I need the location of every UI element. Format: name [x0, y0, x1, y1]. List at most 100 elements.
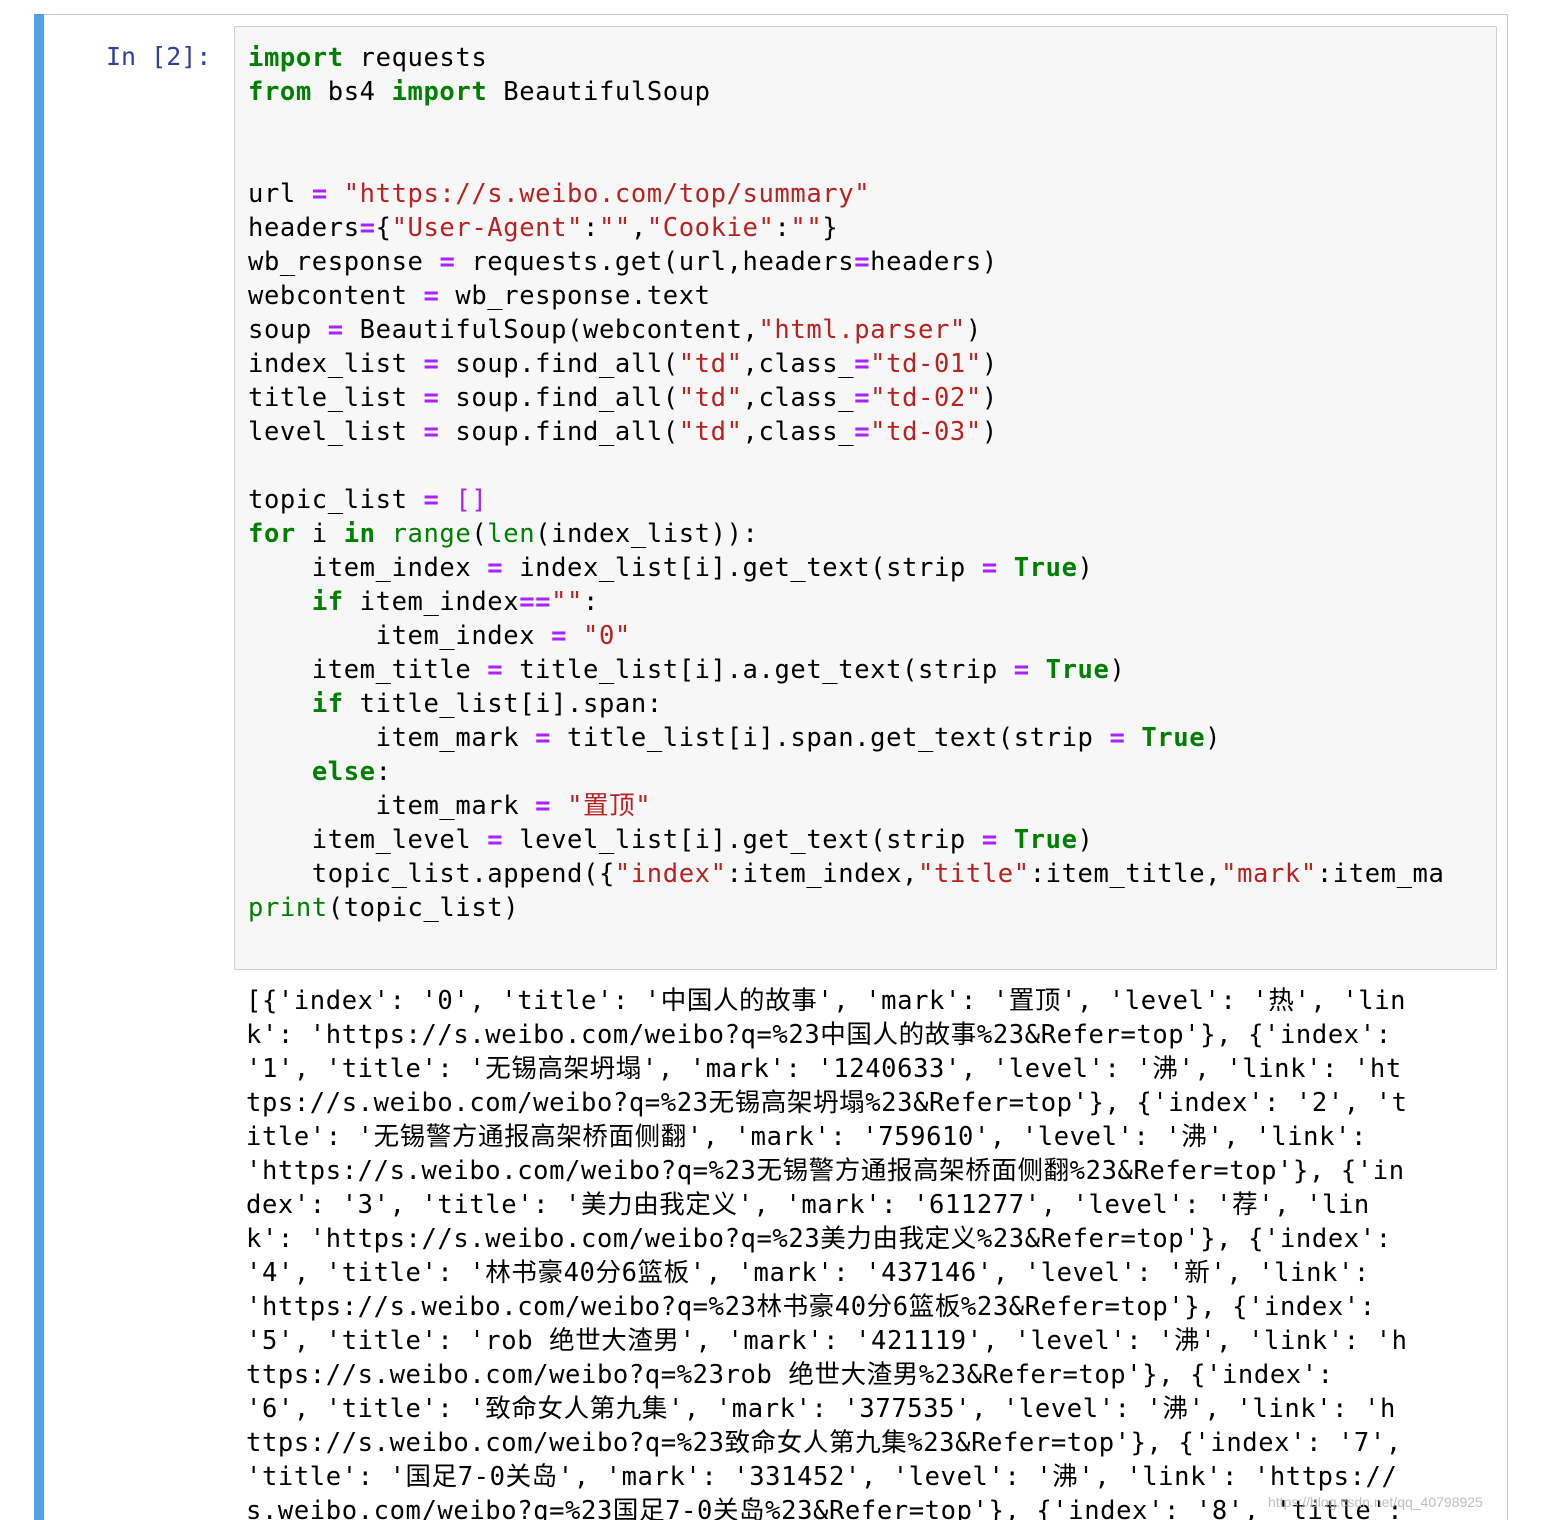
code-line: item_mark = title_list[i].span.get_text(… — [248, 721, 1444, 755]
code-line: soup = BeautifulSoup(webcontent,"html.pa… — [248, 313, 1444, 347]
code-line: else: — [248, 755, 1444, 789]
code-token: = — [854, 383, 871, 413]
code-token: index_list — [248, 349, 424, 379]
code-token: range — [391, 519, 472, 549]
code-token: item_index — [248, 621, 552, 651]
code-token: = — [854, 417, 871, 447]
cell-output: [{'index': '0', 'title': '中国人的故事', 'mark… — [246, 984, 1486, 1520]
output-line: dex': '3', 'title': '美力由我定义', 'mark': '6… — [246, 1190, 1370, 1220]
code-token: = — [423, 349, 440, 379]
code-token: "" — [598, 213, 631, 243]
code-token: "Cookie" — [646, 213, 775, 243]
code-token: else — [311, 757, 376, 787]
code-token: requests.get(url,headers — [455, 247, 855, 277]
code-token: topic_list.append({ — [248, 859, 615, 889]
code-line: webcontent = wb_response.text — [248, 279, 1444, 313]
code-token: item_index — [248, 553, 488, 583]
code-token: "td" — [678, 349, 743, 379]
code-token: "td-03" — [870, 417, 982, 447]
code-token: "td-01" — [870, 349, 982, 379]
code-line: url = "https://s.weibo.com/top/summary" — [248, 177, 1444, 211]
code-token: "" — [790, 213, 823, 243]
code-token: title_list[i].span: — [343, 689, 663, 719]
code-token: item_mark — [248, 723, 536, 753]
code-token: = — [981, 825, 998, 855]
code-token: "https://s.weibo.com/top/summary" — [343, 179, 871, 209]
code-token: webcontent — [248, 281, 424, 311]
code-token: ( — [471, 519, 488, 549]
code-token: if — [311, 587, 344, 617]
code-token: = — [487, 655, 504, 685]
code-token: : — [774, 213, 791, 243]
code-token: (index_list)): — [535, 519, 759, 549]
code-token: "置顶" — [567, 791, 652, 821]
code-token: True — [1013, 825, 1078, 855]
code-line: from bs4 import BeautifulSoup — [248, 75, 1444, 109]
code-token: "User-Agent" — [391, 213, 584, 243]
code-token: index_list[i].get_text(strip — [503, 553, 982, 583]
code-line: item_index = index_list[i].get_text(stri… — [248, 551, 1444, 585]
code-line: import requests — [248, 41, 1444, 75]
code-token: headers — [248, 213, 360, 243]
code-line: print(topic_list) — [248, 891, 1444, 925]
code-token: "td-02" — [870, 383, 982, 413]
output-line: k': 'https://s.weibo.com/weibo?q=%23中国人的… — [246, 1020, 1392, 1050]
code-token: title_list[i].span.get_text(strip — [551, 723, 1110, 753]
code-line: topic_list.append({"index":item_index,"t… — [248, 857, 1444, 891]
code-line: index_list = soup.find_all("td",class_="… — [248, 347, 1444, 381]
code-token: = — [311, 179, 328, 209]
code-token: (topic_list) — [327, 893, 520, 923]
code-token: soup.find_all( — [439, 349, 679, 379]
code-token: = — [487, 553, 504, 583]
code-token: True — [1045, 655, 1110, 685]
code-line: item_index = "0" — [248, 619, 1444, 653]
output-line: k': 'https://s.weibo.com/weibo?q=%23美力由我… — [246, 1224, 1392, 1254]
output-line: [{'index': '0', 'title': '中国人的故事', 'mark… — [246, 986, 1407, 1016]
code-token: ,class_ — [742, 383, 855, 413]
code-token: soup — [248, 315, 328, 345]
code-input-area[interactable]: import requests from bs4 import Beautiful… — [234, 26, 1497, 970]
code-editor[interactable]: import requests from bs4 import Beautiful… — [248, 41, 1444, 925]
code-token: item_mark — [248, 791, 536, 821]
code-token: soup.find_all( — [439, 383, 679, 413]
code-token: = — [423, 485, 440, 515]
watermark: https://blog.csdn.net/qq_40798925 — [1268, 1494, 1483, 1510]
code-token: = — [535, 791, 552, 821]
code-token: :item_index, — [726, 859, 919, 889]
code-token: True — [1013, 553, 1078, 583]
code-token: ) — [1109, 655, 1126, 685]
code-token: : — [375, 757, 392, 787]
code-token: wb_response.text — [439, 281, 711, 311]
output-line: '4', 'title': '林书豪40分6篮板', 'mark': '4371… — [246, 1258, 1370, 1288]
output-line: tps://s.weibo.com/weibo?q=%23无锡高架坍塌%23&R… — [246, 1088, 1408, 1118]
code-token: print — [248, 893, 328, 923]
output-line: '5', 'title': 'rob 绝世大渣男', 'mark': '4211… — [246, 1326, 1408, 1356]
output-line: itle': '无锡警方通报高架桥面侧翻', 'mark': '759610',… — [246, 1122, 1367, 1152]
code-line: item_level = level_list[i].get_text(stri… — [248, 823, 1444, 857]
output-line: 'https://s.weibo.com/weibo?q=%23无锡警方通报高架… — [246, 1156, 1405, 1186]
code-token: if — [311, 689, 344, 719]
code-line: topic_list = [] — [248, 483, 1444, 517]
code-token: "td" — [678, 383, 743, 413]
code-token: } — [822, 213, 839, 243]
code-token: : — [583, 587, 599, 617]
code-token: ) — [1077, 553, 1094, 583]
code-token: = — [423, 281, 440, 311]
code-token: = — [439, 247, 456, 277]
code-token: "td" — [678, 417, 743, 447]
code-token: = — [551, 621, 568, 651]
code-token: level_list[i].get_text(strip — [503, 825, 982, 855]
cell-selection-bar — [34, 14, 44, 1520]
code-token: ,class_ — [742, 417, 855, 447]
code-line: wb_response = requests.get(url,headers=h… — [248, 245, 1444, 279]
code-token: = — [423, 417, 440, 447]
code-token: "0" — [583, 621, 631, 651]
code-line: headers={"User-Agent":"","Cookie":""} — [248, 211, 1444, 245]
